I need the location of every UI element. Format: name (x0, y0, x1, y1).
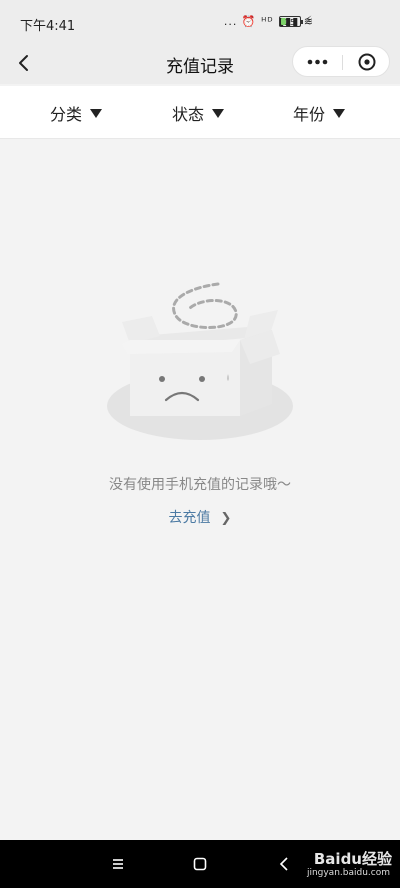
filter-bar: 分类 状态 年份 (0, 86, 400, 139)
battery-level: 25 (284, 18, 296, 27)
watermark-logo: Baidu经验 (313, 850, 392, 868)
charging-icon: ⚡ (305, 15, 313, 26)
more-button[interactable] (293, 47, 342, 78)
go-recharge-label: 去充值 (168, 510, 211, 526)
filter-status[interactable]: 状态 (172, 102, 225, 124)
filter-category[interactable]: 分类 (50, 102, 103, 124)
dropdown-triangle-icon (90, 108, 103, 118)
menu-lines-icon (113, 859, 123, 869)
filter-category-label: 分类 (50, 105, 83, 124)
empty-box-illustration (100, 278, 300, 448)
chevron-right-icon: ❯ (220, 511, 232, 526)
close-button[interactable] (343, 47, 391, 78)
filter-year[interactable]: 年份 (293, 102, 346, 124)
home-button[interactable] (188, 852, 212, 876)
system-navigation-bar: Baidu经验 jingyan.baidu.com (0, 840, 400, 888)
menu-button[interactable] (106, 852, 130, 876)
dropdown-triangle-icon (333, 108, 346, 118)
battery-icon: 25 (279, 16, 303, 27)
close-target-icon (358, 53, 376, 71)
mini-program-capsule (292, 46, 390, 77)
status-time: 下午4:41 (20, 19, 76, 34)
status-bar: 下午4:41 ... ⏰ ᴴᴰ ▮▮▮ ≋ 25 ⚡ (0, 0, 400, 46)
more-dots-icon (307, 59, 328, 65)
filter-year-label: 年份 (293, 105, 326, 124)
watermark-url: jingyan.baidu.com (306, 868, 390, 878)
home-square-icon (193, 857, 207, 871)
nav-bar: 充值记录 (0, 46, 400, 84)
filter-status-label: 状态 (172, 105, 205, 124)
empty-message: 没有使用手机充值的记录哦～ (109, 477, 291, 493)
go-recharge-link[interactable]: 去充值 ❯ (0, 507, 400, 527)
back-triangle-icon (279, 857, 288, 871)
dropdown-triangle-icon (212, 108, 225, 118)
back-system-button[interactable] (272, 852, 296, 876)
